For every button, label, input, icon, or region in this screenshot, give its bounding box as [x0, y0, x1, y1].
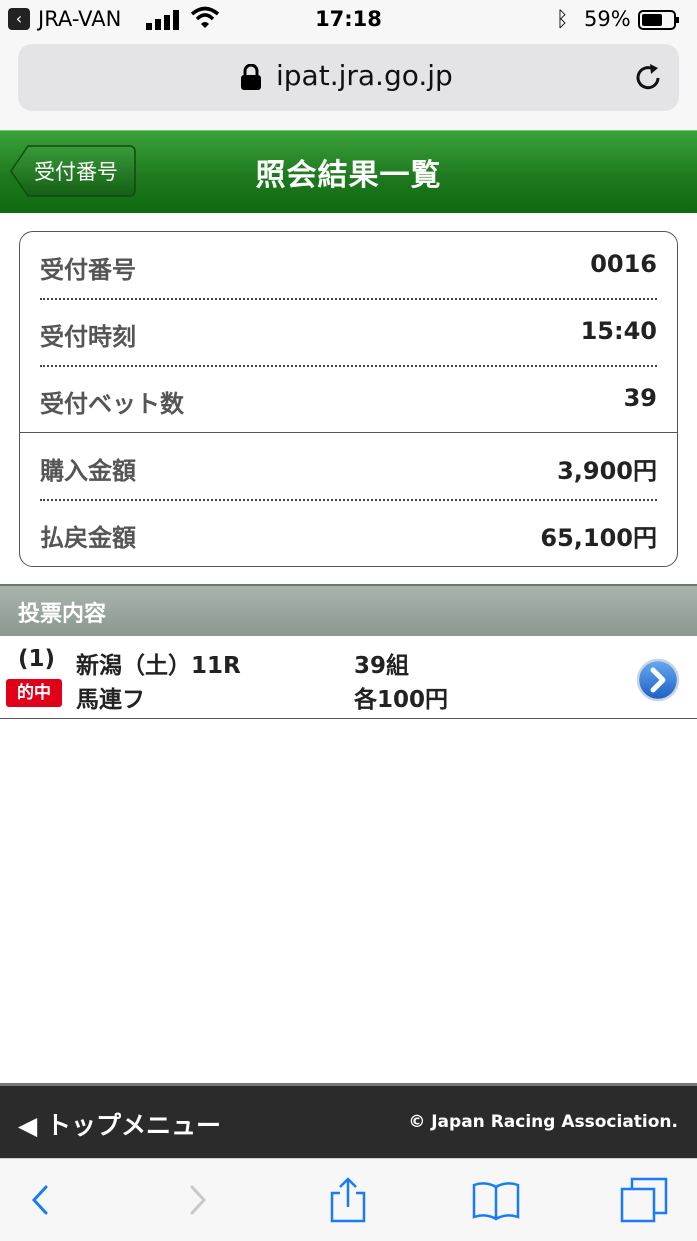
- vote-race: 新潟（土）11R: [76, 653, 241, 679]
- summary-label: 受付ベット数: [40, 390, 184, 418]
- bookmarks-icon[interactable]: [471, 1175, 521, 1225]
- summary-value: 0016: [590, 250, 657, 278]
- summary-row: 購入金額 3,900円: [40, 433, 657, 500]
- summary-value: 3,900円: [557, 457, 657, 485]
- status-bar: ‹ JRA-VAN 17:18 ᛒ 59%: [0, 0, 697, 38]
- list-item[interactable]: (1) 新潟（土）11R 39組 的中 馬連フ 各100円: [0, 636, 697, 719]
- summary-row: 受付番号 0016: [40, 232, 657, 299]
- vote-amount: 各100円: [354, 687, 449, 713]
- summary-label: 購入金額: [40, 457, 136, 485]
- summary-value: 65,100円: [540, 524, 657, 552]
- summary-label: 受付番号: [40, 256, 136, 284]
- vote-bet-type: 馬連フ: [76, 687, 145, 713]
- section-title: 投票内容: [18, 602, 107, 627]
- reload-icon[interactable]: [632, 62, 664, 94]
- hit-badge: 的中: [6, 679, 62, 707]
- section-header: 投票内容: [0, 584, 697, 637]
- summary-value: 15:40: [580, 317, 657, 345]
- tabs-icon[interactable]: [620, 1175, 670, 1225]
- footer: ◀ トップメニュー © Japan Racing Association.: [0, 1083, 697, 1160]
- battery-percent: 59%: [584, 7, 631, 31]
- summary-row: 払戻金額 65,100円: [40, 500, 657, 567]
- vote-combos: 39組: [354, 653, 410, 679]
- top-menu-label: トップメニュー: [45, 1111, 221, 1140]
- page-header: 受付番号 照会結果一覧: [0, 130, 697, 213]
- summary-label: 払戻金額: [40, 524, 136, 552]
- summary-row: 受付時刻 15:40: [40, 299, 657, 366]
- address-bar: ipat.jra.go.jp: [0, 38, 697, 130]
- top-menu-link[interactable]: ◀ トップメニュー: [18, 1106, 221, 1142]
- url-text[interactable]: ipat.jra.go.jp: [276, 59, 453, 92]
- battery-icon: [638, 10, 679, 30]
- chevron-right-circle-icon[interactable]: [636, 658, 680, 702]
- summary-row: 受付ベット数 39: [40, 366, 657, 433]
- browser-toolbar: [0, 1158, 697, 1241]
- summary-value: 39: [623, 384, 657, 412]
- back-icon[interactable]: [16, 1175, 66, 1225]
- vote-index: (1): [18, 646, 56, 672]
- summary-card: 受付番号 0016 受付時刻 15:40 受付ベット数 39 購入金額 3,90…: [19, 231, 678, 567]
- copyright: © Japan Racing Association.: [408, 1112, 678, 1132]
- page-title: 照会結果一覧: [255, 158, 442, 193]
- url-field[interactable]: ipat.jra.go.jp: [18, 44, 679, 111]
- lock-icon: [241, 64, 261, 90]
- bluetooth-icon: ᛒ: [556, 7, 569, 31]
- summary-label: 受付時刻: [40, 323, 136, 351]
- share-icon[interactable]: [323, 1175, 373, 1225]
- triangle-left-icon: ◀: [18, 1111, 38, 1140]
- forward-icon[interactable]: [172, 1175, 222, 1225]
